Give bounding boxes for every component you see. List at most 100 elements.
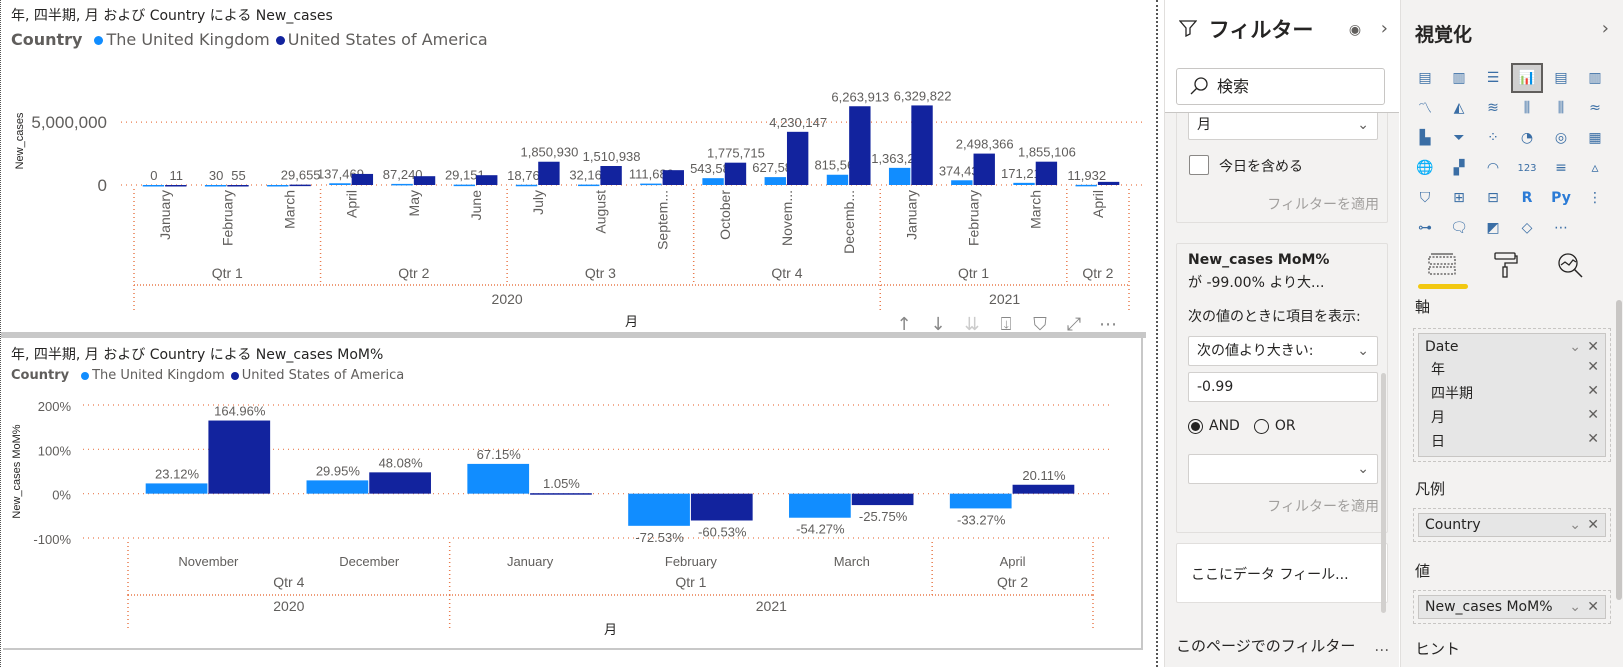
bar-us xyxy=(662,170,684,185)
r-visual-icon[interactable]: R xyxy=(1513,185,1541,211)
data-label: 55 xyxy=(231,168,245,183)
condition-2-select[interactable]: ⌄ xyxy=(1188,454,1378,484)
axis-sub-field[interactable]: 日 ✕ xyxy=(1419,429,1605,453)
x-year-label: 2020 xyxy=(273,598,304,614)
clustered-column-icon[interactable]: 📊 xyxy=(1511,63,1543,93)
x-quarter-label: Qtr 1 xyxy=(675,574,706,590)
analytics-magnifier-icon[interactable] xyxy=(1549,250,1591,280)
condition-1-value-input[interactable]: -0.99 xyxy=(1188,372,1378,402)
clustered-bar-icon[interactable]: ☰ xyxy=(1479,65,1507,91)
filter-card-title[interactable]: New_cases MoM% xyxy=(1188,252,1329,268)
and-radio[interactable] xyxy=(1188,418,1203,434)
funnel-icon[interactable]: ⏷ xyxy=(1445,125,1473,151)
map-icon[interactable]: 🌐 xyxy=(1411,155,1439,181)
kpi-icon[interactable]: ▵ xyxy=(1581,155,1609,181)
drop-field-zone[interactable]: ここにデータ フィール... xyxy=(1176,543,1388,603)
mom-chart[interactable]: 年, 四半期, 月 および Country による New_cases MoM%… xyxy=(3,338,1143,650)
y-tick-label: 0% xyxy=(52,488,71,503)
x-quarter-label: Qtr 4 xyxy=(273,574,304,590)
gauge-icon[interactable]: ◠ xyxy=(1479,155,1507,181)
filters-pane: フィルター ◉ › 検索 月 ⌄ 今日を含める フィルターを適用 New_case… xyxy=(1164,0,1399,667)
qa-icon[interactable]: 🗨 xyxy=(1445,215,1473,241)
python-visual-icon[interactable]: Py xyxy=(1547,185,1575,211)
search-icon xyxy=(1189,69,1209,115)
values-field-mom[interactable]: New_cases MoM% ⌄ ✕ xyxy=(1418,595,1606,619)
100-stacked-bar-icon[interactable]: ▤ xyxy=(1547,65,1575,91)
treemap-icon[interactable]: ▦ xyxy=(1581,125,1609,151)
axis-sub-field[interactable]: 四半期 ✕ xyxy=(1419,381,1605,405)
matrix-icon[interactable]: ⊟ xyxy=(1479,185,1507,211)
donut-chart-icon[interactable]: ◎ xyxy=(1547,125,1575,151)
card-icon[interactable]: 123 xyxy=(1513,155,1541,181)
logic-radio-group: AND OR xyxy=(1188,418,1296,434)
x-category-label: March xyxy=(281,190,297,229)
area-chart-icon[interactable]: ◭ xyxy=(1445,95,1473,121)
data-label: 164.96% xyxy=(214,404,266,419)
multi-row-card-icon[interactable]: ≡ xyxy=(1547,155,1575,181)
format-paint-roller-icon[interactable] xyxy=(1485,250,1527,280)
axis-sub-field[interactable]: 月 ✕ xyxy=(1419,405,1605,429)
legend-well[interactable]: Country ⌄ ✕ xyxy=(1413,508,1611,542)
values-well[interactable]: New_cases MoM% ⌄ ✕ xyxy=(1413,590,1611,624)
pie-chart-icon[interactable]: ◔ xyxy=(1513,125,1541,151)
bar-uk xyxy=(888,167,911,185)
remove-icon: ✕ xyxy=(1587,407,1599,423)
viz-scrollbar[interactable] xyxy=(1616,300,1622,600)
table-icon[interactable]: ⊞ xyxy=(1445,185,1473,211)
more-visuals-icon[interactable]: ⋯ xyxy=(1547,215,1575,241)
x-category-label: June xyxy=(468,190,484,221)
data-label: -60.53% xyxy=(698,525,747,540)
power-apps-icon[interactable]: ◇ xyxy=(1513,215,1541,241)
filters-scrollbar[interactable] xyxy=(1381,373,1386,613)
more-options-icon[interactable]: … xyxy=(1374,637,1389,655)
x-category-label: February xyxy=(665,554,718,569)
x-axis-title: 月 xyxy=(604,622,617,637)
key-influencers-icon[interactable]: ⋮ xyxy=(1581,185,1609,211)
100-stacked-column-icon[interactable]: ▥ xyxy=(1581,65,1609,91)
scatter-icon[interactable]: ⁘ xyxy=(1479,125,1507,151)
waterfall-icon[interactable]: ▙ xyxy=(1411,125,1439,151)
new-cases-chart[interactable]: 年, 四半期, 月 および Country による New_cases Coun… xyxy=(3,0,1143,335)
period-select[interactable]: 月 ⌄ xyxy=(1188,113,1378,140)
fields-tab-icon[interactable] xyxy=(1421,250,1463,280)
bar-uk xyxy=(702,178,724,185)
stacked-area-icon[interactable]: ≋ xyxy=(1479,95,1507,121)
collapse-chevron-icon[interactable]: › xyxy=(1602,18,1609,39)
condition-1-select[interactable]: 次の値より大きい: ⌄ xyxy=(1188,336,1378,366)
stacked-column-icon[interactable]: ▥ xyxy=(1445,65,1473,91)
axis-sub-field[interactable]: 年 ✕ xyxy=(1419,357,1605,381)
apply-filter-button-2[interactable]: フィルターを適用 xyxy=(1267,496,1379,516)
include-today-checkbox[interactable] xyxy=(1189,155,1209,175)
y-tick-label: 0 xyxy=(98,176,107,195)
arcgis-map-icon[interactable]: ◩ xyxy=(1479,215,1507,241)
filled-map-icon[interactable]: ▞ xyxy=(1445,155,1473,181)
legend-field-country[interactable]: Country ⌄ ✕ xyxy=(1418,513,1606,537)
ribbon-chart-icon[interactable]: ≈ xyxy=(1581,95,1609,121)
and-label: AND xyxy=(1209,418,1240,434)
collapse-chevron-icon[interactable]: › xyxy=(1381,18,1388,39)
y-axis-title: New_cases MoM% xyxy=(11,424,23,518)
x-category-label: July xyxy=(530,190,546,215)
filter-search-input[interactable]: 検索 xyxy=(1176,68,1385,105)
x-category-label: April xyxy=(1000,554,1026,569)
slicer-icon[interactable]: ⛉ xyxy=(1411,185,1439,211)
decomposition-tree-icon[interactable]: ⊶ xyxy=(1411,215,1439,241)
eye-icon[interactable]: ◉ xyxy=(1349,22,1361,38)
axis-field-date[interactable]: Date ⌄ ✕ xyxy=(1419,337,1605,357)
bar-uk xyxy=(578,184,600,187)
apply-filter-button[interactable]: フィルターを適用 xyxy=(1267,194,1379,214)
or-radio[interactable] xyxy=(1253,418,1269,434)
x-year-label: 2020 xyxy=(492,291,523,307)
stacked-bar-icon[interactable]: ▤ xyxy=(1411,65,1439,91)
show-items-label: 次の値のときに項目を表示: xyxy=(1188,309,1361,325)
filter-card-summary: が -99.00% より大... xyxy=(1188,275,1325,291)
axis-well[interactable]: Date ⌄ ✕ 年 ✕ 四半期 ✕ 月 ✕ 日 ✕ xyxy=(1413,328,1611,462)
line-stacked-column-icon[interactable]: ⫼ xyxy=(1513,95,1541,121)
line-chart-icon[interactable]: 〽 xyxy=(1411,95,1439,121)
legend-section-label: 凡例 xyxy=(1415,480,1446,498)
bar-uk xyxy=(142,185,165,187)
x-quarter-label: Qtr 2 xyxy=(997,574,1028,590)
data-label: 67.15% xyxy=(477,447,522,462)
line-clustered-column-icon[interactable]: ⫼ xyxy=(1547,95,1575,121)
bar-uk xyxy=(628,493,690,526)
